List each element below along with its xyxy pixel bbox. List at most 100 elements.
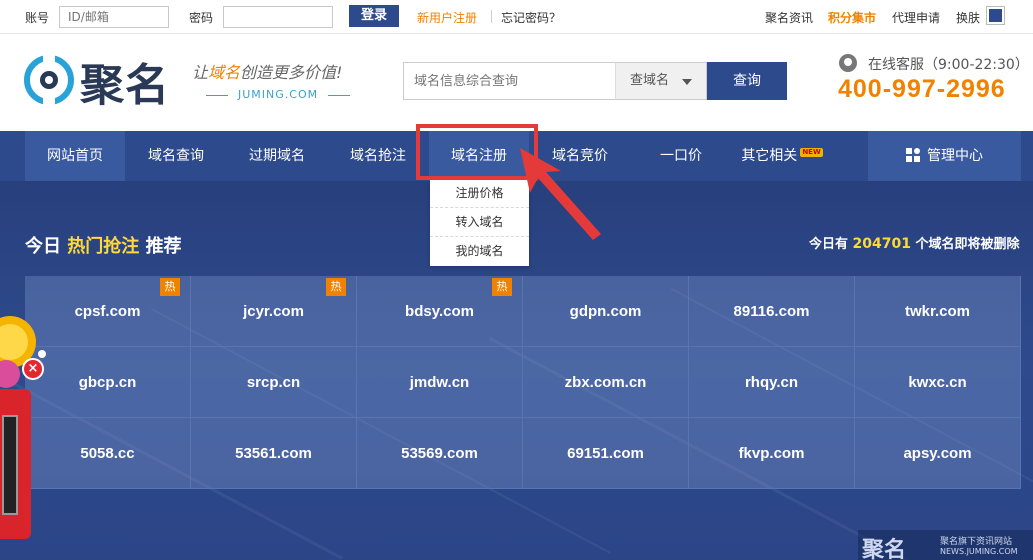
slogan-prefix: 让 xyxy=(192,63,209,82)
forgot-password-link[interactable]: 忘记密码？ xyxy=(501,9,561,26)
register-dropdown-menu: 注册价格 转入域名 我的域名 xyxy=(430,179,529,266)
delete-prefix: 今日有 xyxy=(809,237,849,252)
search-type-label: 查域名 xyxy=(630,73,670,88)
domain-name[interactable]: 5058.cc xyxy=(80,445,134,462)
site-header: 聚名 让域名创造更多价值! JUMING.COM 查域名 查询 在线客服（9:0… xyxy=(0,35,1033,131)
skin-swatch[interactable] xyxy=(986,6,1005,25)
domain-name[interactable]: srcp.cn xyxy=(247,374,300,391)
watermark: 聚名 聚名旗下资讯网站 NEWS.JUMING.COM xyxy=(858,530,1033,560)
domain-cell[interactable]: zbx.com.cn xyxy=(523,347,689,418)
caret-down-icon xyxy=(682,79,692,85)
nav-expired-domains[interactable]: 过期域名 xyxy=(227,131,327,181)
domain-name[interactable]: 53561.com xyxy=(235,445,312,462)
nav-domain-auction[interactable]: 域名竞价 xyxy=(530,131,630,181)
nav-management-label: 管理中心 xyxy=(927,148,983,164)
top-bar: 账号 密码 登录 新用户注册 忘记密码？ 聚名资讯 积分集市 代理申请 换肤 xyxy=(0,0,1033,34)
password-input[interactable] xyxy=(223,6,333,28)
hot-title-highlight: 热门抢注 xyxy=(67,236,140,257)
domain-cell[interactable]: apsy.com xyxy=(855,418,1021,489)
nav-others[interactable]: 其它相关 NEW xyxy=(732,131,832,181)
new-badge: NEW xyxy=(800,148,823,157)
menu-item-transfer-domain[interactable]: 转入域名 xyxy=(430,208,529,237)
domain-cell[interactable]: jcyr.com 热 xyxy=(191,276,357,347)
floating-ad[interactable]: × xyxy=(0,294,52,544)
domain-name[interactable]: bdsy.com xyxy=(405,303,474,320)
domain-name[interactable]: 53569.com xyxy=(401,445,478,462)
separator xyxy=(491,10,492,23)
nav-home[interactable]: 网站首页 xyxy=(25,131,125,181)
slogan-suffix: 创造更多价值! xyxy=(240,63,343,82)
nav-domain-snapback[interactable]: 域名抢注 xyxy=(328,131,428,181)
password-label: 密码 xyxy=(189,11,214,25)
domain-cell[interactable]: kwxc.cn xyxy=(855,347,1021,418)
search-type-select[interactable]: 查域名 xyxy=(615,62,707,100)
hot-badge: 热 xyxy=(326,278,346,296)
login-button[interactable]: 登录 xyxy=(349,5,399,27)
nav-fixed-price[interactable]: 一口价 xyxy=(631,131,731,181)
customer-service-icon[interactable] xyxy=(839,54,857,72)
logo-domain: JUMING.COM xyxy=(196,88,360,101)
domain-name[interactable]: twkr.com xyxy=(905,303,970,320)
register-link[interactable]: 新用户注册 xyxy=(417,9,477,26)
watermark-url: NEWS.JUMING.COM xyxy=(940,547,1018,556)
menu-item-register-price[interactable]: 注册价格 xyxy=(430,179,529,208)
domain-cell[interactable]: 69151.com xyxy=(523,418,689,489)
domain-name[interactable]: 69151.com xyxy=(567,445,644,462)
domain-name[interactable]: kwxc.cn xyxy=(908,374,966,391)
points-market-link[interactable]: 积分集市 xyxy=(828,9,876,26)
domain-name[interactable]: jcyr.com xyxy=(243,303,304,320)
customer-service-label[interactable]: 在线客服（9:00-22:30） xyxy=(868,54,1029,74)
hot-domain-grid: cpsf.com 热 jcyr.com 热 bdsy.com 热 gdpn.com 8… xyxy=(25,276,1021,489)
domain-name[interactable]: jmdw.cn xyxy=(410,374,469,391)
watermark-logo: 聚名 xyxy=(862,537,907,560)
domain-cell[interactable]: 53561.com xyxy=(191,418,357,489)
nav-management-center[interactable]: 管理中心 xyxy=(868,131,1021,181)
logo-icon[interactable] xyxy=(24,55,74,105)
account-label: 账号 xyxy=(25,11,50,25)
hotline-number: 400-997-2996 xyxy=(838,75,1006,103)
domain-cell[interactable]: bdsy.com 热 xyxy=(357,276,523,347)
domain-name[interactable]: rhqy.cn xyxy=(745,374,798,391)
domain-cell[interactable]: 89116.com xyxy=(689,276,855,347)
domain-cell[interactable]: srcp.cn xyxy=(191,347,357,418)
ad-close-button[interactable]: × xyxy=(22,358,44,380)
annotation-highlight-box xyxy=(416,124,538,180)
domain-cell[interactable]: gdpn.com xyxy=(523,276,689,347)
delete-count-text: 今日有 204701 个域名即将被删除 xyxy=(809,233,1020,252)
slogan-highlight: 域名 xyxy=(208,63,241,82)
ad-panel[interactable] xyxy=(0,389,31,539)
domain-name[interactable]: zbx.com.cn xyxy=(565,374,647,391)
delete-suffix: 个域名即将被删除 xyxy=(915,237,1020,252)
watermark-caption: 聚名旗下资讯网站 xyxy=(940,537,1013,547)
hot-badge: 热 xyxy=(492,278,512,296)
search-button[interactable]: 查询 xyxy=(707,62,787,100)
domain-cell[interactable]: jmdw.cn xyxy=(357,347,523,418)
hot-title-suffix: 推荐 xyxy=(145,236,182,257)
skin-link[interactable]: 换肤 xyxy=(956,9,980,26)
domain-name[interactable]: gbcp.cn xyxy=(79,374,137,391)
domain-cell[interactable]: fkvp.com xyxy=(689,418,855,489)
delete-count: 204701 xyxy=(852,236,911,252)
hot-section-title: 今日 热门抢注 推荐 xyxy=(25,232,182,258)
menu-item-my-domains[interactable]: 我的域名 xyxy=(430,237,529,266)
search-input[interactable] xyxy=(403,62,615,100)
nav-domain-search[interactable]: 域名查询 xyxy=(126,131,226,181)
agent-apply-link[interactable]: 代理申请 xyxy=(892,9,940,26)
domain-name[interactable]: cpsf.com xyxy=(75,303,141,320)
logo-domain-text: JUMING.COM xyxy=(238,88,319,101)
domain-name[interactable]: apsy.com xyxy=(903,445,971,462)
news-link[interactable]: 聚名资讯 xyxy=(765,9,813,26)
search-bar: 查域名 查询 xyxy=(403,62,787,100)
domain-name[interactable]: 89116.com xyxy=(734,303,810,320)
domain-cell[interactable]: rhqy.cn xyxy=(689,347,855,418)
domain-cell[interactable]: 53569.com xyxy=(357,418,523,489)
domain-name[interactable]: fkvp.com xyxy=(739,445,805,462)
domain-cell[interactable]: twkr.com xyxy=(855,276,1021,347)
hot-title-prefix: 今日 xyxy=(25,236,61,257)
ad-coin-icon xyxy=(0,316,46,388)
slogan: 让域名创造更多价值! xyxy=(192,59,342,83)
nav-others-label: 其它相关 xyxy=(741,148,798,164)
account-input[interactable] xyxy=(59,6,169,28)
domain-name[interactable]: gdpn.com xyxy=(570,303,642,320)
logo-text[interactable]: 聚名 xyxy=(80,49,170,113)
